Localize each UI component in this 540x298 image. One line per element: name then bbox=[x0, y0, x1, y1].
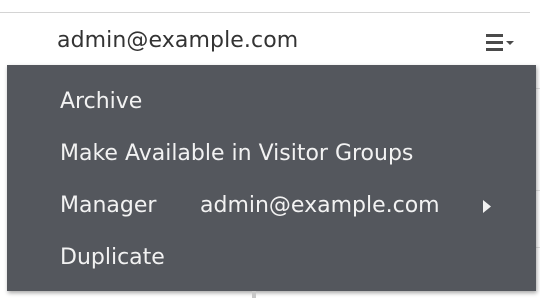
caret-right-icon bbox=[483, 200, 491, 213]
underlying-content-edge bbox=[252, 291, 256, 298]
menu-lines-icon bbox=[486, 34, 514, 51]
actions-dropdown: Archive Make Available in Visitor Groups… bbox=[7, 65, 536, 291]
menu-item-label: Manager bbox=[60, 193, 157, 218]
menu-item-archive[interactable]: Archive bbox=[60, 87, 142, 117]
menu-item-manager[interactable]: Manager admin@example.com bbox=[60, 191, 491, 221]
screen: admin@example.com Archive Make Available… bbox=[0, 0, 540, 298]
menu-item-make-available-in-visitor-groups[interactable]: Make Available in Visitor Groups bbox=[60, 139, 413, 169]
user-row: admin@example.com bbox=[0, 12, 530, 70]
manager-value: admin@example.com bbox=[200, 193, 440, 218]
menu-item-label: Duplicate bbox=[60, 245, 165, 270]
menu-item-label: Archive bbox=[60, 89, 143, 114]
menu-item-duplicate[interactable]: Duplicate bbox=[60, 243, 165, 273]
menu-toggle-button[interactable] bbox=[484, 30, 522, 56]
row-email: admin@example.com bbox=[57, 28, 299, 53]
menu-item-label: Make Available in Visitor Groups bbox=[60, 141, 414, 166]
